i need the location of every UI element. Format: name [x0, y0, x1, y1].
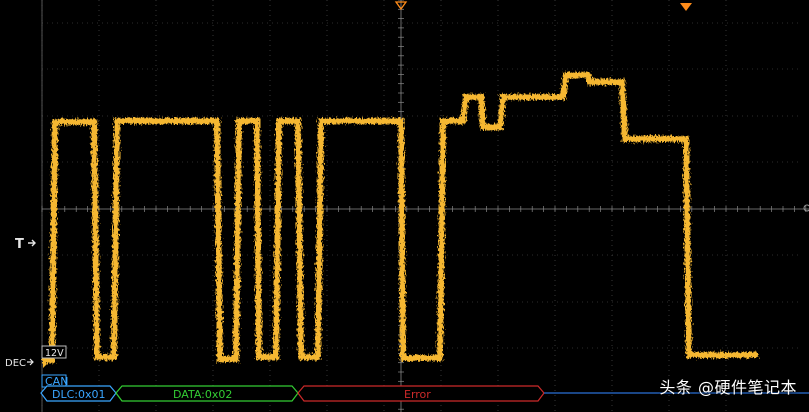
graticule [41, 0, 809, 412]
channel-name: DEC [5, 358, 26, 369]
trigger-label: T [15, 237, 24, 252]
waveform-trace [42, 72, 758, 363]
bus-segment-dlc-text: DLC:0x01 [52, 388, 106, 401]
right-edge-indicator [803, 204, 809, 212]
reference-marker[interactable] [680, 3, 692, 11]
channel-marker[interactable]: DEC 12V [5, 345, 67, 369]
bus-segment-data-text: DATA:0x02 [173, 388, 232, 401]
voltage-badge-text: 12V [45, 348, 64, 359]
watermark: 头条 @硬件笔记本 [659, 378, 797, 397]
oscilloscope-display: T DEC 12V CAN DLC:0x01 DATA:0x02 Error [5, 0, 809, 412]
bus-segment-error-text: Error [404, 388, 431, 401]
trigger-level-marker[interactable]: T [15, 237, 36, 252]
